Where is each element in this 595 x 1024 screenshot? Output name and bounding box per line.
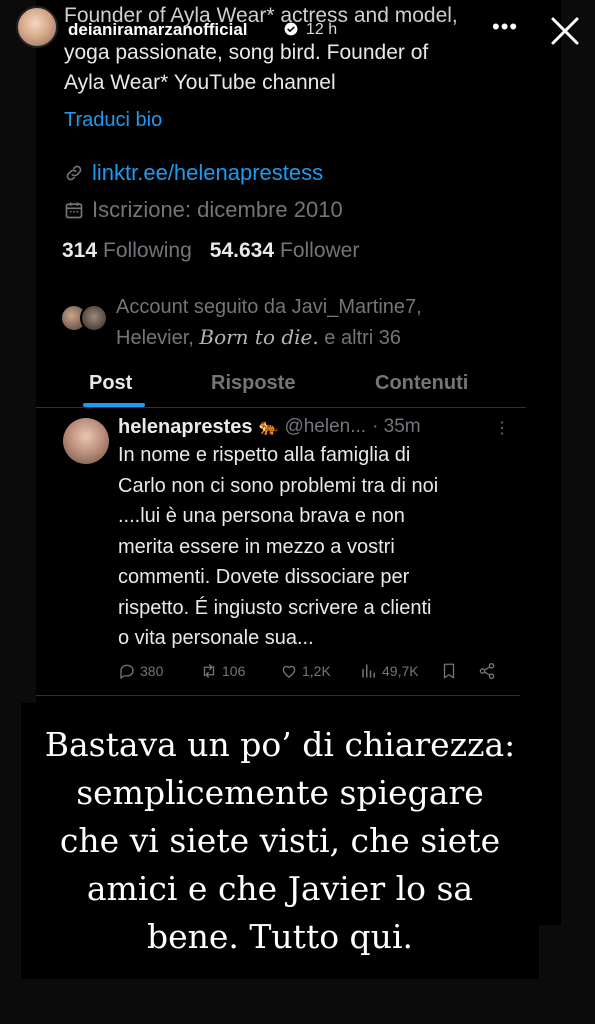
story-avatar[interactable] xyxy=(16,6,58,48)
tweet-avatar[interactable] xyxy=(63,418,109,464)
tweet-header: helenaprestes 🐅 @helen... · 35m xyxy=(118,414,421,440)
heart-icon xyxy=(282,665,296,678)
caption-line: semplicemente spiegare xyxy=(76,773,484,812)
reply-icon xyxy=(120,664,134,679)
followers-label[interactable]: Follower xyxy=(280,239,359,263)
avatar xyxy=(80,304,108,332)
tab-contenuti[interactable]: Contenuti xyxy=(375,372,468,395)
verified-icon xyxy=(284,22,298,36)
more-icon[interactable]: ••• xyxy=(492,16,518,38)
followed-by-name: Helevier, xyxy=(116,327,200,349)
repost-count: 106 xyxy=(222,663,246,679)
tweet-time[interactable]: · 35m xyxy=(372,416,421,438)
following-label[interactable]: Following xyxy=(103,239,192,263)
tiger-icon: 🐅 xyxy=(258,419,279,436)
followed-by-others: e altri 36 xyxy=(318,327,402,349)
followers-count[interactable]: 54.634 xyxy=(210,239,274,263)
story-header: deianiramarzanofficial 12 h ••• xyxy=(0,0,595,60)
bookmark-icon xyxy=(443,663,455,679)
like-count: 1,2K xyxy=(302,663,331,679)
views-button[interactable]: 49,7K xyxy=(360,662,419,680)
tweet-text: In nome e rispetto alla famiglia di Carl… xyxy=(118,440,518,654)
profile-link-row[interactable]: linktr.ee/helenaprestess xyxy=(64,160,323,186)
profile-bio-line: Ayla Wear* YouTube channel xyxy=(64,71,336,94)
tweet-text-line: Carlo non ci sono problemi tra di noi xyxy=(118,474,439,497)
share-icon xyxy=(479,662,495,680)
followed-by[interactable]: Account seguito da Javi_Martine7, Helevi… xyxy=(60,292,520,349)
tab-risposte[interactable]: Risposte xyxy=(211,372,295,395)
views-icon xyxy=(362,664,375,678)
tweet-text-line: In nome e rispetto alla famiglia di xyxy=(118,444,411,466)
tweet-author-name[interactable]: helenaprestes xyxy=(118,416,253,439)
views-count: 49,7K xyxy=(382,663,419,679)
tweet-text-line: rispetto. É ingiusto scrivere a clienti xyxy=(118,596,432,619)
followed-by-line: Helevier, Born to die. e altri 36 xyxy=(116,322,422,353)
tweet-more-icon[interactable]: ⋮ xyxy=(494,418,510,438)
caption-line: Bastava un po’ di chiarezza: xyxy=(44,725,516,764)
followed-by-line: Account seguito da Javi_Martine7, xyxy=(116,296,422,318)
link-icon xyxy=(66,165,82,181)
followed-by-text: Account seguito da Javi_Martine7, Helevi… xyxy=(116,292,422,353)
tweet-actions: 380 106 1,2K 49,7K xyxy=(118,662,508,688)
tweet-divider xyxy=(36,695,520,696)
profile-joined-row: Iscrizione: dicembre 2010 xyxy=(64,197,343,223)
calendar-icon xyxy=(65,202,83,219)
caption-text: Bastava un po’ di chiarezza: semplicemen… xyxy=(21,721,539,961)
tab-indicator xyxy=(83,403,145,407)
story-caption: Bastava un po’ di chiarezza: semplicemen… xyxy=(21,703,539,979)
caption-line: amici e che Javier lo sa xyxy=(86,869,474,908)
tab-post[interactable]: Post xyxy=(89,372,132,395)
reply-button[interactable]: 380 xyxy=(118,662,163,680)
repost-button[interactable]: 106 xyxy=(200,662,245,680)
story-time: 12 h xyxy=(306,21,338,38)
like-button[interactable]: 1,2K xyxy=(280,662,331,680)
tweet-text-line: commenti. Dovete dissociare per xyxy=(118,566,410,588)
close-icon[interactable] xyxy=(548,14,582,48)
bookmark-button[interactable] xyxy=(440,662,462,680)
translate-bio-link[interactable]: Traduci bio xyxy=(64,109,162,132)
profile-link[interactable]: linktr.ee/helenaprestess xyxy=(92,160,323,186)
reply-count: 380 xyxy=(140,663,164,679)
tweet-text-line: ....lui è una persona brava e non xyxy=(118,505,405,527)
story-username[interactable]: deianiramarzanofficial xyxy=(68,20,248,40)
caption-line: bene. Tutto qui. xyxy=(147,917,413,956)
tweet-text-line: o vita personale sua... xyxy=(118,627,314,649)
followed-by-name: Born to die. xyxy=(199,325,319,349)
profile-joined: Iscrizione: dicembre 2010 xyxy=(92,197,343,222)
profile-tabs: Post Risposte Contenuti xyxy=(36,368,526,408)
tweet-author-handle[interactable]: @helen... xyxy=(284,416,366,438)
repost-icon xyxy=(203,664,215,678)
share-button[interactable] xyxy=(478,662,500,680)
caption-line: che vi siete visti, che siete xyxy=(59,821,501,860)
following-count[interactable]: 314 xyxy=(62,239,97,263)
tweet-text-line: merita essere in mezzo a vostri xyxy=(118,535,395,558)
follow-counts: 314 Following 54.634 Follower xyxy=(62,239,377,263)
